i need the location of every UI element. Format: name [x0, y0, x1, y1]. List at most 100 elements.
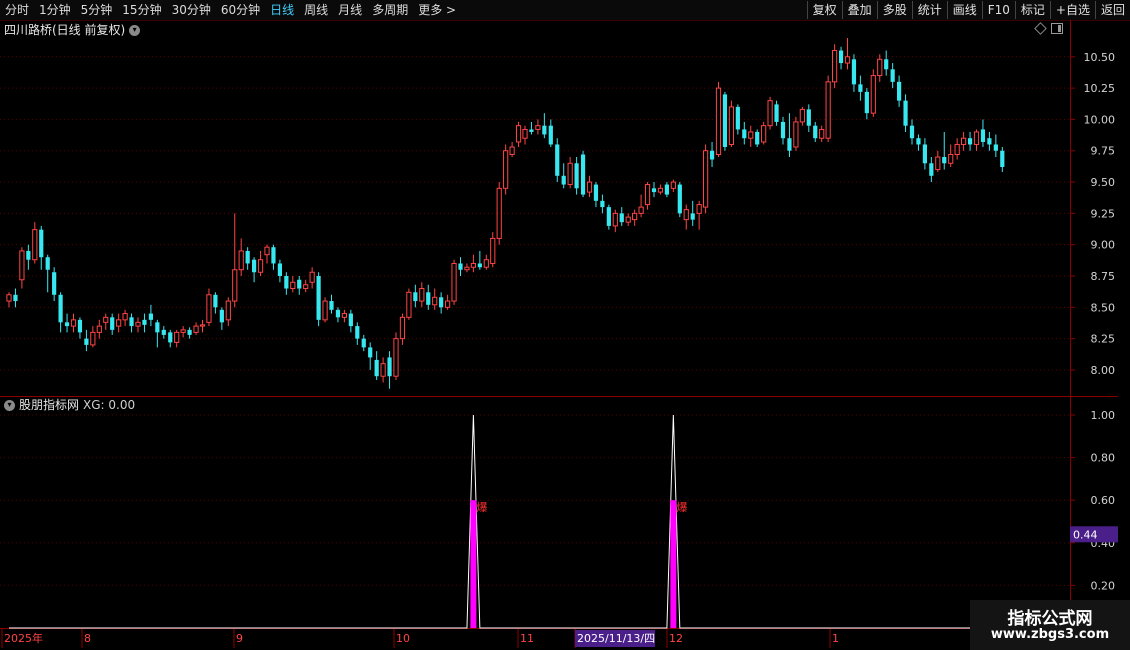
- candle-body-down: [316, 276, 321, 320]
- watermark-title: 指标公式网: [1007, 609, 1093, 629]
- toolbar-button-1[interactable]: 叠加: [841, 1, 877, 19]
- indicator-y-tick-label: 0.60: [1091, 494, 1116, 507]
- candle-body-down: [1000, 150, 1005, 168]
- signal-bar: [670, 500, 677, 628]
- candle-body-down: [993, 144, 998, 151]
- right-side-panel-edge: [1118, 20, 1130, 650]
- candle-body-down: [755, 131, 760, 145]
- candle-body-down: [58, 294, 63, 323]
- toolbar-button-6[interactable]: 标记: [1014, 1, 1050, 19]
- candle-body-down: [987, 138, 992, 145]
- toolbar-button-3[interactable]: 统计: [911, 1, 947, 19]
- candle-body-down: [477, 263, 482, 268]
- toolbar-button-8[interactable]: 返回: [1094, 1, 1130, 19]
- candle-body-up: [116, 319, 122, 327]
- toolbar-button-7[interactable]: +自选: [1049, 1, 1095, 19]
- chart-canvas[interactable]: 爆 爆 10.50 10.25 10.00 9.75 9.50 9.25 9.00 8.75 8.…: [0, 0, 1130, 650]
- candle-body-down: [271, 247, 276, 264]
- toolbar-button-2[interactable]: 多股: [876, 1, 912, 19]
- candle-body-up: [844, 56, 851, 64]
- candle-body-down: [426, 292, 431, 305]
- chart-window-controls: [1034, 22, 1063, 35]
- candle-body-up: [728, 106, 734, 145]
- x-axis-label: 12: [669, 632, 683, 645]
- candle-body-down: [967, 138, 973, 145]
- tab-0[interactable]: 分时: [0, 0, 34, 20]
- tab-9[interactable]: 多周期: [367, 0, 413, 20]
- candle-body-down: [813, 125, 818, 139]
- candle-body-down: [413, 292, 418, 302]
- chevron-down-icon[interactable]: ▾: [4, 399, 15, 411]
- window-toggle-icon[interactable]: [1051, 23, 1063, 34]
- candle-body-up: [870, 75, 876, 114]
- candle-body-up: [586, 181, 593, 193]
- indicator-name: 股朋指标网: [19, 398, 80, 412]
- candle-body-down: [529, 129, 534, 132]
- tab-4[interactable]: 30分钟: [167, 0, 216, 20]
- candle-body-up: [632, 212, 638, 221]
- tab-7[interactable]: 周线: [299, 0, 333, 20]
- period-tabs: 分时 1分钟 5分钟 15分钟 30分钟 60分钟 日线 周线 月线 多周期 更多 >: [0, 0, 461, 20]
- candle-body-down: [335, 309, 341, 318]
- candle-body-down: [884, 59, 889, 70]
- tab-10[interactable]: 更多 >: [413, 0, 461, 20]
- tab-3[interactable]: 15分钟: [117, 0, 166, 20]
- toolbar-button-5[interactable]: F10: [981, 1, 1015, 19]
- main-y-tick-label: 9.00: [1091, 239, 1116, 252]
- toolbar-button-0[interactable]: 复权: [806, 1, 842, 19]
- candle-body-down: [252, 259, 257, 273]
- candle-body-up: [32, 229, 38, 261]
- candle-body-down: [922, 144, 927, 164]
- candle-body-up: [761, 125, 767, 143]
- candle-body-down: [277, 263, 282, 276]
- candle-body-up: [232, 269, 238, 302]
- x-axis-label: 1: [832, 632, 839, 645]
- watermark-url: www.zbgs3.com: [990, 627, 1110, 642]
- candle-body-up: [6, 294, 12, 302]
- candle-body-down: [897, 81, 902, 101]
- candle-body-up: [509, 146, 515, 155]
- candle-body-down: [929, 163, 934, 176]
- indicator-y-tick-label: 0.20: [1091, 579, 1116, 592]
- candle-body-down: [542, 125, 547, 135]
- candle-body-down: [168, 332, 173, 343]
- chevron-down-icon[interactable]: ▾: [129, 24, 141, 36]
- candle-body-up: [470, 262, 476, 268]
- candle-body-down: [45, 257, 50, 270]
- candle-body-up: [19, 250, 25, 281]
- candle-body-down: [219, 309, 224, 323]
- indicator-value: XG: 0.00: [83, 398, 136, 412]
- x-axis-label: 8: [84, 632, 91, 645]
- date-cursor-label: 2025/11/13/四: [577, 632, 655, 645]
- candle-body-down: [148, 313, 153, 320]
- candle-body-up: [638, 206, 644, 214]
- candle-body-up: [715, 87, 722, 155]
- main-y-tick-label: 9.25: [1091, 207, 1116, 220]
- tab-2[interactable]: 5分钟: [76, 0, 118, 20]
- tab-6[interactable]: 日线: [265, 0, 299, 20]
- tab-1[interactable]: 1分钟: [34, 0, 76, 20]
- main-y-tick-label: 8.75: [1091, 270, 1116, 283]
- indicator-y-tick-label: 1.00: [1091, 409, 1116, 422]
- candle-body-down: [39, 229, 44, 258]
- tab-8[interactable]: 月线: [333, 0, 367, 20]
- candle-body-down: [561, 175, 566, 185]
- candle-body-up: [670, 181, 676, 189]
- candle-body-up: [193, 325, 199, 333]
- diamond-icon[interactable]: [1034, 22, 1047, 35]
- main-y-tick-label: 8.50: [1091, 301, 1116, 314]
- candle-body-down: [593, 184, 599, 201]
- candle-body-up: [103, 316, 109, 323]
- candle-body-down: [742, 129, 747, 139]
- candle-body-down: [600, 200, 605, 208]
- tab-5[interactable]: 60分钟: [216, 0, 265, 20]
- candle-body-down: [142, 319, 147, 325]
- toolbar-button-4[interactable]: 画线: [946, 1, 982, 19]
- candle-body-down: [942, 157, 947, 164]
- candle-body-down: [387, 357, 392, 377]
- candle-body-down: [13, 294, 18, 302]
- candle-body-up: [515, 125, 522, 143]
- candle-body-down: [664, 184, 669, 195]
- candle-body-up: [657, 187, 664, 193]
- candle-body-up: [90, 331, 96, 346]
